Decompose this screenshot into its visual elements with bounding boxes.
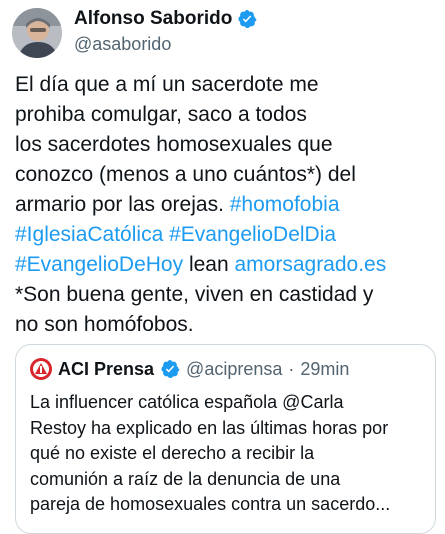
- hashtag-link[interactable]: #EvangelioDeHoy: [15, 253, 183, 276]
- tweet-text-segment: El día que a mí un sacerdote me: [15, 73, 319, 96]
- author-name-row[interactable]: Alfonso Saborido: [74, 8, 257, 30]
- hashtag-link[interactable]: #IglesiaCatólica: [15, 223, 163, 246]
- quoted-author-handle[interactable]: @aciprensa: [186, 358, 282, 380]
- tweet-text-line: prohiba comulgar, saco a todos: [15, 100, 443, 130]
- tweet-text: El día que a mí un sacerdote me prohiba c…: [15, 70, 443, 340]
- tweet-text-segment: armario por las orejas.: [15, 193, 230, 216]
- tweet-text-line: El día que a mí un sacerdote me: [15, 70, 443, 100]
- tweet-text-segment: lean: [183, 253, 235, 276]
- quoted-tweet-header: ACI Prensa @aciprensa · 29min: [30, 358, 349, 380]
- verified-badge-icon: [237, 9, 257, 29]
- tweet-text-line: no son homófobos.: [15, 310, 443, 340]
- tweet-text-line: armario por las orejas. #homofobia: [15, 190, 443, 220]
- quoted-text-line: qué no existe el derecho a recibir la: [30, 443, 315, 463]
- tweet-text-segment: no son homófobos.: [15, 313, 194, 336]
- tweet-text-segment: los sacerdotes homosexuales que: [15, 133, 333, 156]
- hashtag-link[interactable]: #homofobia: [230, 193, 340, 216]
- author-name[interactable]: Alfonso Saborido: [74, 8, 232, 30]
- tweet-text-line: #IglesiaCatólica #EvangelioDelDia: [15, 220, 443, 250]
- tweet-text-segment: *Son buena gente, viven en castidad y: [15, 283, 374, 306]
- url-link[interactable]: amorsagrado.es: [234, 253, 386, 276]
- quoted-text-line: pareja de homosexuales contra un sacerdo…: [30, 494, 391, 514]
- quoted-tweet[interactable]: ACI Prensa @aciprensa · 29min La influen…: [15, 344, 436, 534]
- avatar[interactable]: [12, 8, 62, 58]
- quoted-text-line: Restoy ha explicado en las últimas horas…: [30, 417, 389, 438]
- tweet-text-line: #EvangelioDeHoy lean amorsagrado.es: [15, 250, 443, 280]
- quoted-timestamp[interactable]: 29min: [300, 358, 349, 380]
- tweet-text-line: *Son buena gente, viven en castidad y: [15, 280, 443, 310]
- tweet-text-segment: conozco (menos a uno cuántos*) del: [15, 163, 356, 186]
- hashtag-link[interactable]: #EvangelioDelDia: [169, 223, 336, 246]
- tweet-text-line: los sacerdotes homosexuales que: [15, 130, 443, 160]
- quoted-text-line: La influencer católica española @Carla: [30, 392, 344, 412]
- tweet-text-segment: prohiba comulgar, saco a todos: [15, 103, 307, 126]
- aci-prensa-logo-icon[interactable]: [30, 358, 52, 380]
- author-handle[interactable]: @asaborido: [74, 33, 171, 55]
- quoted-verified-badge-icon: [160, 359, 180, 379]
- quoted-tweet-text: La influencer católica española @Carla Re…: [30, 390, 430, 518]
- quoted-text-line: comunión a raíz de la denuncia de una: [30, 468, 341, 489]
- quoted-separator: ·: [288, 359, 295, 379]
- tweet-text-line: conozco (menos a uno cuántos*) del: [15, 160, 443, 190]
- quoted-author-name[interactable]: ACI Prensa: [58, 358, 154, 380]
